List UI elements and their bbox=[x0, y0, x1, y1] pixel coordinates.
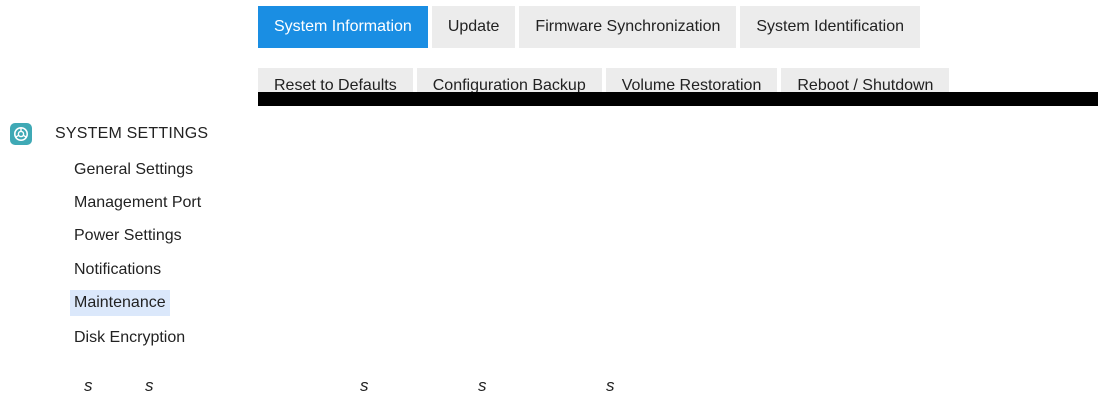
sidebar-item-management-port[interactable]: Management Port bbox=[70, 190, 205, 216]
glyph-text: s bbox=[360, 376, 369, 395]
sidebar-item-disk-encryption[interactable]: Disk Encryption bbox=[70, 325, 189, 351]
glyph-text: s bbox=[145, 376, 154, 395]
tab-update[interactable]: Update bbox=[431, 6, 516, 48]
sidebar-item-maintenance[interactable]: Maintenance bbox=[70, 290, 170, 316]
section-title: SYSTEM SETTINGS bbox=[55, 125, 209, 142]
glyph-text: s bbox=[84, 376, 93, 395]
tab-volume-restoration[interactable]: Volume Restoration bbox=[605, 68, 778, 92]
tab-configuration-backup[interactable]: Configuration Backup bbox=[416, 68, 602, 92]
tab-system-information[interactable]: System Information bbox=[258, 6, 428, 48]
sidebar-item-notifications[interactable]: Notifications bbox=[70, 257, 165, 283]
tab-firmware-synchronization[interactable]: Firmware Synchronization bbox=[519, 6, 737, 48]
primary-tab-bar: System Information Update Firmware Synch… bbox=[258, 6, 920, 48]
tab-system-identification[interactable]: System Identification bbox=[740, 6, 920, 48]
tab-reset-to-defaults[interactable]: Reset to Defaults bbox=[258, 68, 413, 92]
glyph-text: s bbox=[606, 376, 615, 395]
glyph-text: s bbox=[478, 376, 487, 395]
obscuring-bar bbox=[258, 92, 1098, 106]
sidebar-item-general-settings[interactable]: General Settings bbox=[70, 157, 197, 183]
system-settings-icon bbox=[10, 123, 32, 145]
tab-reboot-shutdown[interactable]: Reboot / Shutdown bbox=[781, 68, 950, 92]
secondary-tab-bar: Reset to Defaults Configuration Backup V… bbox=[258, 68, 1098, 92]
sidebar-item-power-settings[interactable]: Power Settings bbox=[70, 223, 186, 249]
